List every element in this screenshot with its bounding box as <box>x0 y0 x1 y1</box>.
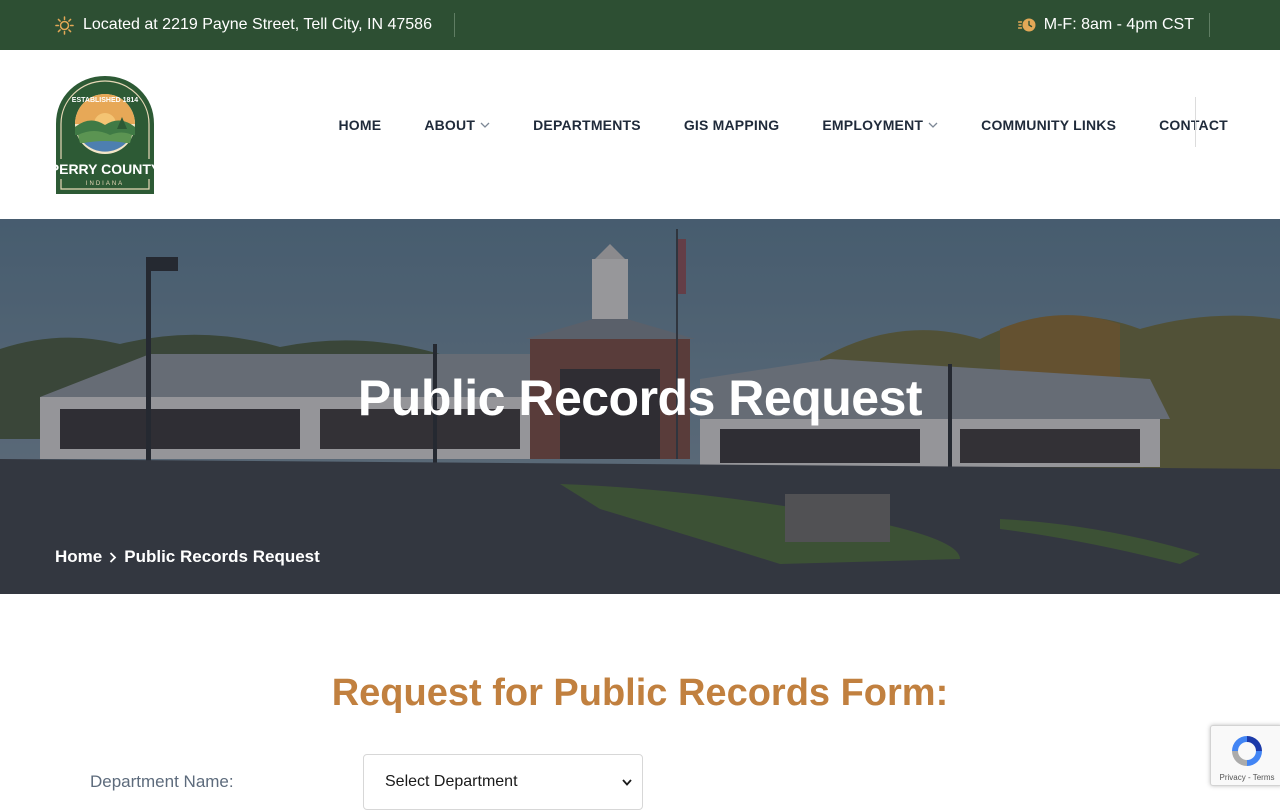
chevron-down-icon <box>928 122 938 129</box>
location-info: Located at 2219 Payne Street, Tell City,… <box>55 0 432 50</box>
recaptcha-badge[interactable]: Privacy - Terms <box>1210 725 1280 786</box>
page-hero: Public Records Request Home Public Recor… <box>0 219 1280 594</box>
location-text: Located at 2219 Payne Street, Tell City,… <box>83 16 432 33</box>
clock-icon <box>1017 17 1036 33</box>
nav-contact[interactable]: CONTACT <box>1159 117 1228 133</box>
topbar-divider <box>454 13 455 37</box>
page-title: Public Records Request <box>357 370 923 426</box>
chevron-down-icon <box>480 122 490 129</box>
logo-state: INDIANA <box>86 181 124 187</box>
topbar-divider-right <box>1209 13 1210 37</box>
form-title: Request for Public Records Form: <box>331 672 949 714</box>
nav-home[interactable]: HOME <box>339 117 382 133</box>
hours-info: M-F: 8am - 4pm CST <box>1017 0 1194 50</box>
hours-text: M-F: 8am - 4pm CST <box>1043 16 1194 33</box>
recaptcha-links[interactable]: Privacy - Terms <box>1211 773 1280 782</box>
breadcrumb-current: Public Records Request <box>124 547 320 566</box>
perry-county-logo[interactable]: ESTABLISHED 1814 PERRY COUNTY INDIANA <box>50 75 161 195</box>
recaptcha-icon <box>1229 733 1265 774</box>
top-info-bar: Located at 2219 Payne Street, Tell City,… <box>0 0 1280 50</box>
department-name-label: Department Name: <box>90 772 234 791</box>
chevron-right-icon <box>109 551 117 563</box>
department-select-value: Select Department <box>385 773 518 790</box>
nav-departments[interactable]: DEPARTMENTS <box>533 117 641 133</box>
nav-about[interactable]: ABOUT <box>424 117 490 133</box>
sun-icon <box>55 15 74 35</box>
main-navigation: HOME ABOUT DEPARTMENTS GIS MAPPING EMPLO… <box>317 50 1249 200</box>
logo-name: PERRY COUNTY <box>54 161 156 177</box>
chevron-down-icon <box>622 773 632 791</box>
breadcrumb-home-link[interactable]: Home <box>55 547 102 567</box>
logo-established: ESTABLISHED 1814 <box>72 97 138 104</box>
department-select[interactable]: Select Department <box>363 754 643 810</box>
site-header: ESTABLISHED 1814 PERRY COUNTY INDIANA HO… <box>0 50 1280 219</box>
nav-gis-mapping[interactable]: GIS MAPPING <box>684 117 780 133</box>
header-divider <box>1195 97 1196 147</box>
nav-community-links[interactable]: COMMUNITY LINKS <box>981 117 1116 133</box>
nav-employment[interactable]: EMPLOYMENT <box>822 117 938 133</box>
breadcrumb: Home Public Records Request <box>55 547 320 567</box>
